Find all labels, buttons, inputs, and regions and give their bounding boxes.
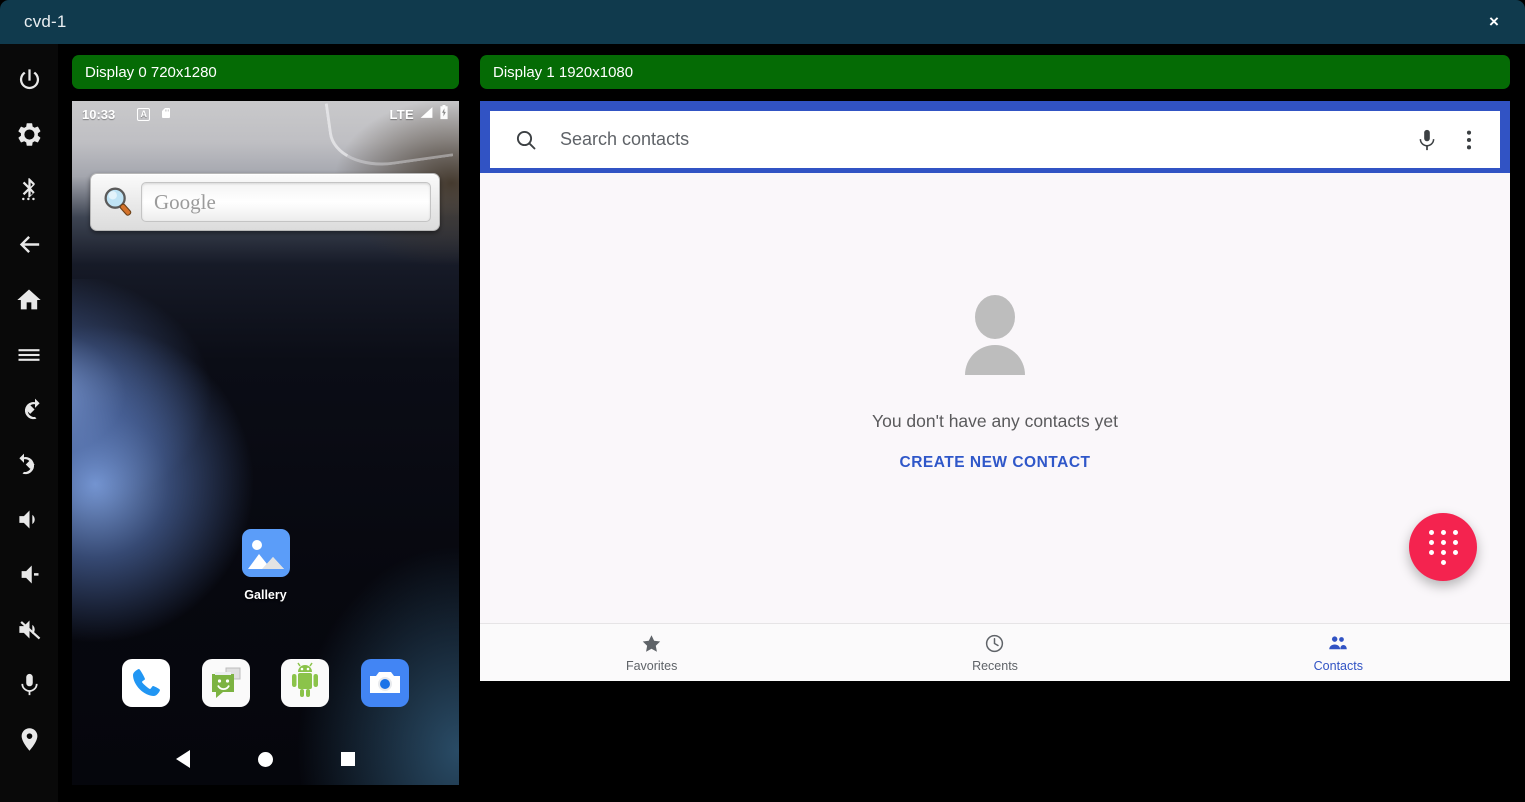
- search-bar[interactable]: Search contacts: [490, 111, 1500, 168]
- window-title: cvd-1: [24, 12, 67, 32]
- dock-item-messages[interactable]: [202, 659, 250, 707]
- clock-icon: [984, 633, 1005, 654]
- app-label-gallery: Gallery: [244, 588, 286, 602]
- create-new-contact-button[interactable]: CREATE NEW CONTACT: [900, 454, 1091, 472]
- nav-back-triangle-icon[interactable]: [166, 742, 200, 776]
- signal-bar-icon: [419, 106, 434, 122]
- bluetooth-icon: [16, 176, 43, 203]
- empty-contacts-state: You don't have any contacts yet CREATE N…: [480, 173, 1510, 631]
- tool-sidebar: [0, 44, 58, 802]
- search-input[interactable]: Search contacts: [560, 129, 1398, 150]
- close-icon[interactable]: ×: [1463, 0, 1525, 44]
- google-search-placeholder: Google: [154, 190, 216, 215]
- contacts-bottom-nav: Favorites Recents Contacts: [480, 623, 1510, 681]
- phone-dock: [72, 659, 459, 707]
- sidebar-item-power[interactable]: [0, 52, 58, 107]
- star-icon: [641, 633, 662, 654]
- display-1-panel: Display 1 1920x1080: [480, 55, 1510, 89]
- search-bar-focus-ring: Search contacts: [480, 101, 1510, 173]
- sidebar-item-location[interactable]: [0, 712, 58, 767]
- microphone-icon[interactable]: [1414, 127, 1440, 153]
- dock-item-android[interactable]: [281, 659, 329, 707]
- status-network: LTE: [390, 107, 415, 122]
- sidebar-item-rotate-right[interactable]: [0, 437, 58, 492]
- tab-contacts[interactable]: Contacts: [1167, 624, 1510, 681]
- display-1-header: Display 1 1920x1080: [480, 55, 1510, 89]
- gear-icon: [16, 121, 43, 148]
- sidebar-item-volume-down[interactable]: [0, 547, 58, 602]
- emulator-window: cvd-1 ×: [0, 0, 1525, 802]
- sidebar-item-back[interactable]: [0, 217, 58, 272]
- microphone-icon: [16, 671, 43, 698]
- status-time: 10:33: [82, 107, 115, 122]
- tab-label-contacts: Contacts: [1314, 659, 1363, 673]
- nav-recents-square-icon[interactable]: [331, 742, 365, 776]
- display-0-header: Display 0 720x1280: [72, 55, 459, 89]
- google-search-input[interactable]: Google: [141, 182, 431, 222]
- sd-card-icon: [160, 106, 172, 123]
- tab-label-recents: Recents: [972, 659, 1018, 673]
- dock-item-camera[interactable]: [361, 659, 409, 707]
- menu-icon: [15, 341, 43, 369]
- contacts-app: Search contacts: [480, 101, 1510, 681]
- volume-up-icon: [16, 506, 43, 533]
- magnifier-icon: [99, 183, 137, 221]
- tab-favorites[interactable]: Favorites: [480, 624, 823, 681]
- android-home-screen[interactable]: 10:33 A LTE: [72, 101, 459, 785]
- volume-down-icon: [16, 561, 43, 588]
- more-vert-icon[interactable]: [1456, 127, 1482, 153]
- sidebar-item-bluetooth[interactable]: [0, 162, 58, 217]
- dialpad-icon: [1428, 530, 1458, 565]
- window-titlebar: cvd-1 ×: [0, 0, 1525, 44]
- nav-home-circle-icon[interactable]: [248, 742, 282, 776]
- person-placeholder-icon: [957, 295, 1033, 375]
- home-icon: [15, 286, 43, 314]
- tab-label-favorites: Favorites: [626, 659, 677, 673]
- wallpaper-highlight: [72, 279, 420, 566]
- sidebar-item-rotate-left[interactable]: [0, 382, 58, 437]
- alarm-badge-icon: A: [137, 108, 150, 121]
- phone-nav-bar: [72, 733, 459, 785]
- location-pin-icon: [16, 726, 43, 753]
- search-icon: [514, 128, 538, 152]
- gallery-icon: [242, 529, 290, 577]
- power-icon: [16, 66, 43, 93]
- sidebar-item-menu[interactable]: [0, 327, 58, 382]
- rotate-right-icon: [16, 451, 43, 478]
- dialpad-fab-button[interactable]: [1409, 513, 1477, 581]
- sidebar-item-microphone[interactable]: [0, 657, 58, 712]
- sidebar-item-volume-up[interactable]: [0, 492, 58, 547]
- sidebar-item-settings[interactable]: [0, 107, 58, 162]
- app-shortcut-gallery[interactable]: Gallery: [72, 529, 459, 602]
- rotate-left-icon: [16, 396, 43, 423]
- google-search-widget[interactable]: Google: [90, 173, 440, 231]
- battery-charging-icon: [439, 105, 449, 123]
- tab-recents[interactable]: Recents: [823, 624, 1166, 681]
- people-icon: [1327, 633, 1349, 654]
- back-arrow-icon: [15, 230, 44, 259]
- volume-mute-icon: [16, 616, 43, 643]
- sidebar-item-home[interactable]: [0, 272, 58, 327]
- dock-item-phone[interactable]: [122, 659, 170, 707]
- sidebar-item-volume-mute[interactable]: [0, 602, 58, 657]
- empty-state-message: You don't have any contacts yet: [872, 411, 1118, 432]
- display-0-panel: Display 0 720x1280: [72, 55, 459, 89]
- phone-status-bar: 10:33 A LTE: [72, 101, 459, 127]
